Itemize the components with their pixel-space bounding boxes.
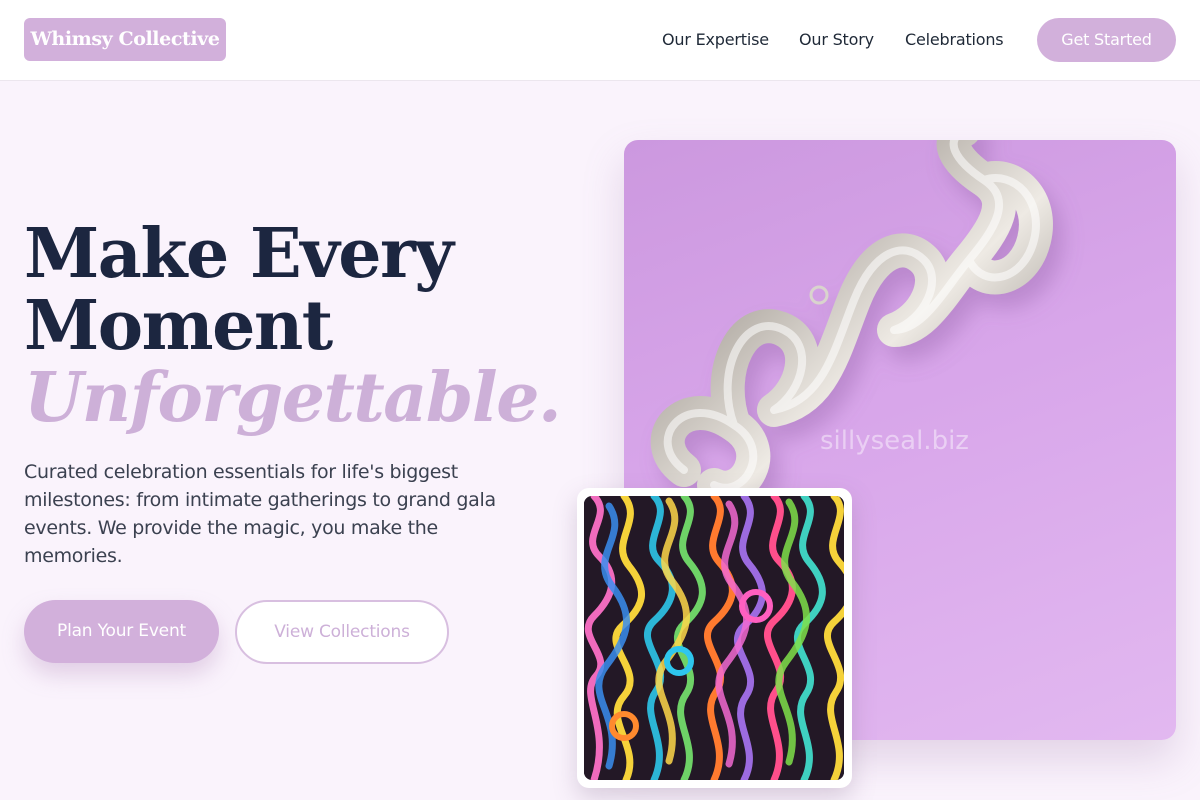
hero-headline: Make Every Moment Unforgettable. bbox=[24, 218, 584, 434]
brand-logo[interactable]: Whimsy Collective bbox=[24, 18, 226, 61]
nav-link-celebrations[interactable]: Celebrations bbox=[905, 29, 1004, 51]
nav-link-our-expertise[interactable]: Our Expertise bbox=[662, 29, 769, 51]
view-collections-button[interactable]: View Collections bbox=[235, 600, 449, 664]
image-watermark: sillyseal.biz bbox=[820, 426, 969, 456]
headline-accent: Unforgettable. bbox=[24, 358, 562, 438]
site-header: Whimsy Collective Our Expertise Our Stor… bbox=[0, 0, 1200, 81]
curling-ribbons-icon bbox=[584, 496, 844, 780]
curling-ribbons-image bbox=[584, 496, 844, 780]
nav-link-our-story[interactable]: Our Story bbox=[799, 29, 874, 51]
headline-line-2: Moment bbox=[24, 286, 333, 366]
hero-subtext: Curated celebration essentials for life'… bbox=[24, 461, 496, 567]
get-started-button[interactable]: Get Started bbox=[1037, 18, 1176, 62]
streamers-photo-card bbox=[577, 488, 852, 788]
plan-your-event-button[interactable]: Plan Your Event bbox=[24, 600, 219, 663]
headline-line-1: Make Every bbox=[24, 214, 454, 294]
